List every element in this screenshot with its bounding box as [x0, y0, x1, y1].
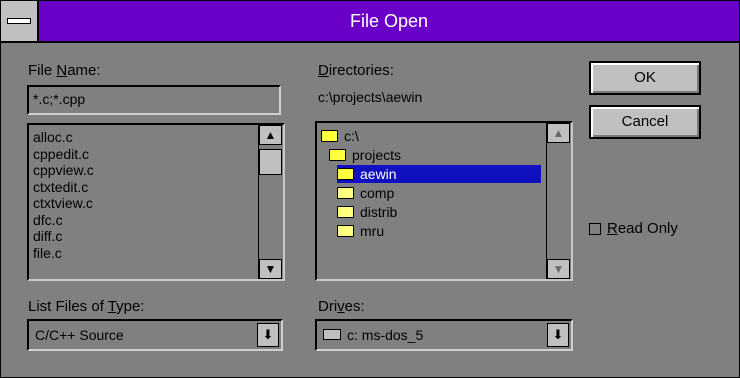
drives-value: c: ms-dos_5: [347, 327, 424, 343]
directory-name: comp: [360, 185, 395, 201]
folder-icon: [337, 187, 354, 199]
system-menu-icon: [7, 18, 31, 24]
directory-item[interactable]: comp: [337, 184, 394, 202]
scroll-up-button[interactable]: ▲: [259, 125, 282, 145]
file-list-item[interactable]: ctxtview.c: [33, 195, 93, 212]
cancel-button[interactable]: Cancel: [589, 105, 701, 139]
file-list-item[interactable]: diff.c: [33, 228, 62, 245]
file-name-value: *.c;*.cpp: [33, 91, 86, 107]
dir-scroll-up-button[interactable]: ▲: [547, 123, 570, 143]
folder-icon: [337, 225, 354, 237]
hard-drive-icon: [323, 329, 341, 340]
file-open-dialog: File Open File Name: *.c;*.cpp ▲ ▼ alloc…: [0, 0, 740, 378]
drives-dropdown-button[interactable]: ⬇: [547, 323, 569, 347]
window-title: File Open: [349, 11, 429, 31]
file-name-input[interactable]: *.c;*.cpp: [27, 85, 281, 115]
directories-label: Directories:: [318, 62, 394, 79]
file-list-item[interactable]: file.c: [33, 245, 62, 262]
directory-name: c:\: [344, 128, 359, 144]
file-type-dropdown-button[interactable]: ⬇: [257, 323, 279, 347]
directory-item[interactable]: projects: [329, 146, 401, 164]
down-arrow-icon: ▼: [264, 262, 277, 276]
open-folder-icon: [329, 149, 346, 161]
down-arrow-icon: ⬇: [552, 327, 564, 342]
scroll-thumb[interactable]: [259, 149, 282, 175]
directory-item[interactable]: distrib: [337, 203, 397, 221]
file-list-item[interactable]: ctxtedit.c: [33, 179, 88, 196]
down-arrow-icon: ⬇: [262, 327, 274, 342]
read-only-label: Read Only: [607, 220, 678, 237]
open-folder-icon: [337, 168, 354, 180]
directory-item[interactable]: mru: [337, 222, 384, 240]
file-list-item[interactable]: alloc.c: [33, 129, 73, 146]
drives-label: Drives:: [318, 298, 365, 315]
current-path: c:\projects\aewin: [318, 89, 423, 105]
file-list-item[interactable]: cppedit.c: [33, 146, 89, 163]
open-folder-icon: [321, 130, 338, 142]
scroll-down-button[interactable]: ▼: [259, 259, 282, 279]
up-arrow-icon: ▲: [264, 128, 277, 142]
down-arrow-icon: ▼: [552, 262, 565, 276]
folder-icon: [337, 206, 354, 218]
file-type-label: List Files of Type:: [28, 298, 145, 315]
read-only-checkbox[interactable]: [589, 223, 601, 235]
directory-item[interactable]: aewin: [337, 165, 541, 183]
directory-name: aewin: [360, 166, 397, 182]
directory-list-scrollbar[interactable]: ▲ ▼: [546, 123, 571, 279]
directory-list[interactable]: ▲ ▼ c:\ projects aewin comp distrib mru: [315, 121, 573, 281]
directory-item[interactable]: c:\: [321, 127, 359, 145]
file-list-scrollbar[interactable]: ▲ ▼: [258, 125, 283, 279]
file-name-label: File Name:: [28, 62, 101, 79]
directory-name: projects: [352, 147, 402, 163]
system-menu-button[interactable]: [1, 1, 39, 41]
ok-button[interactable]: OK: [589, 61, 701, 95]
drives-select[interactable]: c: ms-dos_5 ⬇: [315, 319, 573, 351]
file-list-item[interactable]: cppview.c: [33, 162, 94, 179]
directory-name: mru: [360, 223, 385, 239]
file-list-item[interactable]: dfc.c: [33, 212, 63, 229]
file-type-select[interactable]: C/C++ Source ⬇: [27, 319, 283, 351]
file-type-value: C/C++ Source: [35, 327, 124, 343]
title-bar[interactable]: File Open: [1, 1, 739, 43]
up-arrow-icon: ▲: [552, 126, 565, 140]
drives-value-wrap: c: ms-dos_5: [323, 327, 423, 343]
file-list[interactable]: ▲ ▼ alloc.c cppedit.c cppview.c ctxtedit.c c…: [27, 123, 285, 281]
dir-scroll-down-button[interactable]: ▼: [547, 259, 570, 279]
directory-name: distrib: [360, 204, 398, 220]
